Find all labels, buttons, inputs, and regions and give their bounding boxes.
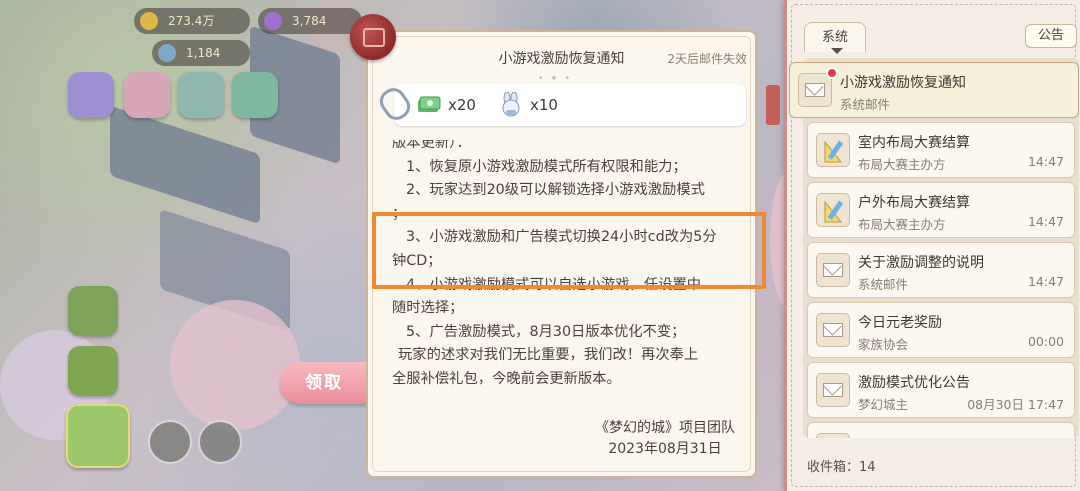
notice-button[interactable]: 公告 — [1025, 24, 1077, 48]
shop-button[interactable] — [178, 72, 224, 118]
wax-seal-icon — [350, 14, 396, 60]
activity-button[interactable] — [68, 72, 114, 118]
cherry-tree — [170, 300, 300, 430]
inbox-count: 收件箱：14 — [807, 460, 876, 475]
chat-button[interactable] — [198, 420, 242, 464]
mail-item-selected[interactable]: 小游戏激励恢复通知 系统邮件 — [766, 62, 1079, 125]
quest-button[interactable] — [232, 72, 278, 118]
energy-counter: 1,184 — [152, 40, 250, 66]
tools-button[interactable] — [68, 346, 118, 396]
mail-item[interactable]: 关于激励调整的说明 系统邮件 14:47 — [807, 242, 1075, 298]
caret-down-icon — [831, 48, 843, 54]
thumb — [816, 193, 850, 227]
coin-counter: 273.4万 — [134, 8, 250, 34]
expiry-text: 2天后邮件失效 — [667, 52, 747, 66]
mail-item[interactable]: 今日元老奖励 家族协会 00:00 — [807, 302, 1075, 358]
signature-date: 2023年08月31日 — [608, 441, 722, 457]
thumb — [816, 253, 850, 287]
signature-team: 《梦幻的城》项目团队 — [595, 420, 735, 436]
body-line: 玩家的述求对我们无比重要，我们改！再次奉上 — [398, 347, 699, 364]
body-line: 1、恢复原小游戏激励模式所有权限和能力； — [406, 158, 687, 175]
claim-button[interactable]: 领取 — [280, 362, 368, 404]
attachment-item[interactable]: x10 — [498, 92, 558, 118]
unread-dot-icon — [826, 67, 838, 79]
envelope-icon — [805, 83, 825, 97]
body-line: 版本更新）： — [392, 140, 471, 151]
mail-list-panel: 系统 公告 室内布局大赛结算 布局大赛主办方 14:47 户外布局大赛结算 布局… — [766, 0, 1080, 491]
mail-item[interactable]: 户外布局大赛结算 布局大赛主办方 14:47 — [807, 182, 1075, 238]
paperclip-icon — [375, 83, 415, 125]
envelope-icon — [823, 263, 843, 277]
ruler-pencil-icon — [824, 200, 844, 223]
cash-bundle-icon — [418, 96, 441, 112]
envelope-icon — [823, 323, 843, 337]
camera-button[interactable] — [148, 420, 192, 464]
coin-icon — [140, 12, 158, 30]
thumb — [816, 433, 850, 438]
ruler-pencil-icon — [824, 140, 844, 163]
building-roof — [110, 105, 260, 225]
mail-item-partial[interactable] — [807, 422, 1075, 438]
highlight-box — [372, 212, 766, 289]
mail-item[interactable]: 室内布局大赛结算 布局大赛主办方 14:47 — [807, 122, 1075, 178]
gem-counter: 3,784 — [258, 8, 362, 34]
body-line: 2、玩家达到20级可以解锁选择小游戏激励模式 — [406, 182, 705, 199]
bunny-doll-icon — [502, 92, 520, 117]
divider-ornament: • ✦ • — [538, 74, 572, 84]
energy-icon — [158, 44, 176, 62]
gem-icon — [264, 12, 282, 30]
body-line: 5、广告激励模式，8月30日版本优化不变； — [406, 323, 686, 340]
thumb — [816, 313, 850, 347]
signature: 《梦幻的城》项目团队 2023年08月31日 — [595, 418, 735, 460]
mail-item[interactable]: 激励模式优化公告 梦幻城主 08月30日 17:47 — [807, 362, 1075, 418]
attachment-bar: x20 x10 — [375, 83, 746, 126]
attachment-item[interactable]: x20 — [416, 92, 476, 118]
event-button[interactable] — [124, 72, 170, 118]
farm-button[interactable] — [66, 404, 130, 468]
body-line: 全服补偿礼包，今晚前会更新版本。 — [392, 370, 621, 387]
thumb — [816, 133, 850, 167]
thumb — [798, 73, 832, 107]
thumb — [816, 373, 850, 407]
body-line: 随时选择； — [392, 300, 464, 317]
build-button[interactable] — [68, 286, 118, 336]
ribbon-decor — [766, 85, 780, 125]
envelope-icon — [823, 383, 843, 397]
